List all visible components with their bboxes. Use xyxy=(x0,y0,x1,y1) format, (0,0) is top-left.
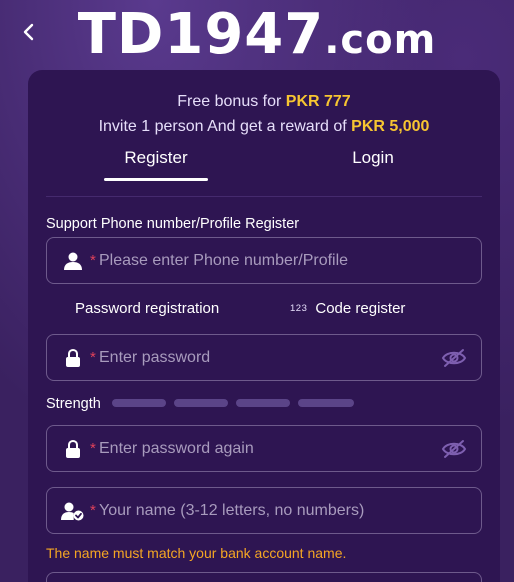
promo-invite-amount: PKR 5,000 xyxy=(351,118,430,135)
eye-off-icon xyxy=(441,440,467,458)
toggle-password-again-visibility[interactable] xyxy=(441,438,467,460)
required-mark: * xyxy=(90,349,96,366)
active-tab-indicator xyxy=(104,178,208,181)
user-icon xyxy=(64,252,82,270)
phone-field-label: Support Phone number/Profile Register xyxy=(46,216,300,232)
password-field[interactable]: * xyxy=(46,334,482,381)
strength-bar-4 xyxy=(298,399,354,407)
user-check-icon xyxy=(61,502,84,520)
lock-icon xyxy=(66,439,80,458)
name-field[interactable]: * xyxy=(46,487,482,534)
required-mark: * xyxy=(90,502,96,519)
next-field-partial[interactable] xyxy=(46,572,482,582)
lock-icon xyxy=(66,348,80,367)
strength-bar-3 xyxy=(236,399,290,407)
header: TD1947.com xyxy=(0,0,514,67)
strength-bar-2 xyxy=(174,399,228,407)
required-mark: * xyxy=(90,252,96,269)
tab-login[interactable]: Login xyxy=(320,148,426,168)
password-again-field[interactable]: * xyxy=(46,425,482,472)
promo-bonus-amount: PKR 777 xyxy=(285,93,351,110)
strength-bar-1 xyxy=(112,399,166,407)
logo-domain-text: .com xyxy=(324,17,437,63)
password-again-input[interactable] xyxy=(99,426,481,471)
name-warning: The name must match your bank account na… xyxy=(46,545,347,561)
code-register-option[interactable]: 123 Code register xyxy=(290,300,405,317)
toggle-password-visibility[interactable] xyxy=(441,347,467,369)
phone-field[interactable]: * xyxy=(46,237,482,284)
password-registration-option[interactable]: Password registration xyxy=(75,300,219,317)
brand-logo: TD1947.com xyxy=(0,2,514,67)
code-register-label: Code register xyxy=(315,300,406,317)
promo-invite-line: Invite 1 person And get a reward of PKR … xyxy=(98,118,430,135)
phone-input[interactable] xyxy=(99,238,481,283)
tabs-divider xyxy=(46,196,482,197)
name-input[interactable] xyxy=(99,488,481,533)
password-input[interactable] xyxy=(99,335,481,380)
required-mark: * xyxy=(90,440,96,457)
tab-register[interactable]: Register xyxy=(104,148,208,168)
eye-off-icon xyxy=(441,349,467,367)
logo-main-text: TD1947 xyxy=(77,2,325,67)
code-icon: 123 xyxy=(290,303,308,314)
promo-bonus-line: Free bonus for PKR 777 xyxy=(177,93,351,110)
strength-label: Strength xyxy=(46,396,101,412)
